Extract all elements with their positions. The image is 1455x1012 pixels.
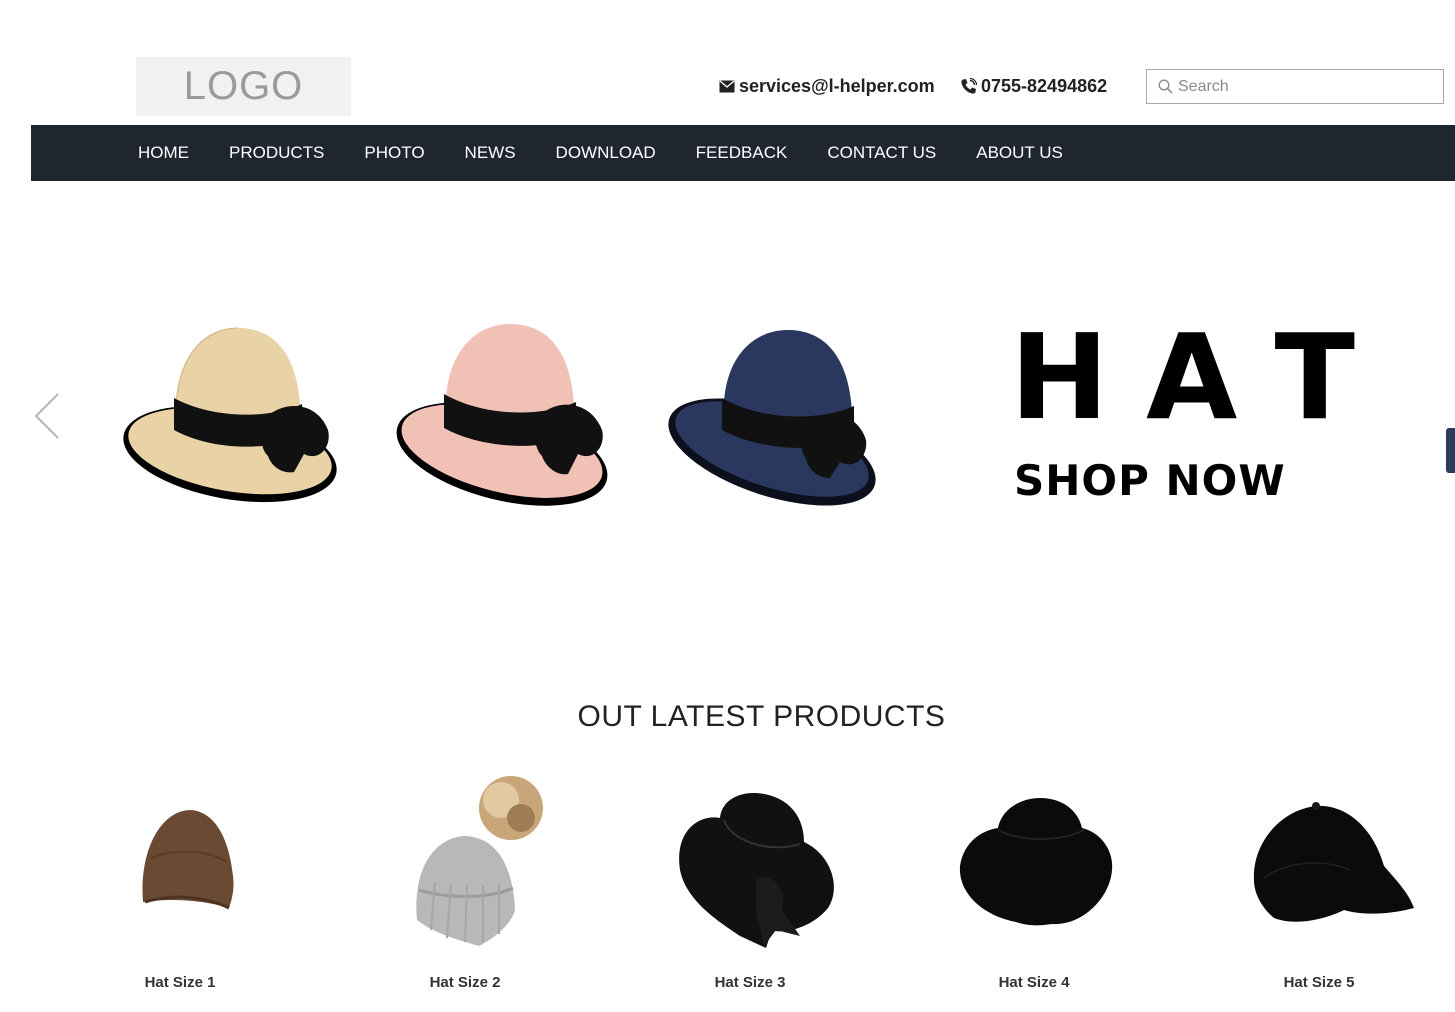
nav-item-products[interactable]: PRODUCTS: [229, 143, 324, 163]
nav-item-contact-us[interactable]: CONTACT US: [827, 143, 936, 163]
carousel-prev-arrow-icon[interactable]: [33, 392, 61, 440]
banner-headline-letter: T: [1274, 308, 1356, 446]
phone-text: 0755-82494862: [981, 76, 1108, 96]
product-card[interactable]: Hat Size 4: [924, 770, 1144, 991]
email-text: services@l-helper.com: [739, 76, 935, 96]
bucket-hat-icon: [959, 798, 1113, 926]
banner-headline-letter: H: [1010, 308, 1109, 446]
product-name[interactable]: Hat Size 5: [1209, 974, 1429, 991]
bow-sun-hat-icon: [679, 792, 834, 948]
product-name[interactable]: Hat Size 3: [640, 974, 860, 991]
main-nav: HOME PRODUCTS PHOTO NEWS DOWNLOAD FEEDBA…: [31, 125, 1455, 181]
nav-item-download[interactable]: DOWNLOAD: [556, 143, 656, 163]
beanie-pompom-icon: [416, 776, 543, 946]
shop-now-link[interactable]: SHOP NOW: [1014, 456, 1286, 505]
logo[interactable]: LOGO: [136, 57, 351, 116]
product-name[interactable]: Hat Size 4: [924, 974, 1144, 991]
product-card[interactable]: Hat Size 3: [640, 770, 860, 991]
banner-headline: H A T: [1010, 318, 1355, 436]
mail-icon: [719, 80, 735, 93]
nav-item-feedback[interactable]: FEEDBACK: [696, 143, 788, 163]
search-box[interactable]: [1146, 69, 1444, 104]
nav-item-news[interactable]: NEWS: [465, 143, 516, 163]
contact-phone[interactable]: 0755-82494862: [960, 76, 1107, 97]
nav-item-home[interactable]: HOME: [138, 143, 189, 163]
contact-email[interactable]: services@l-helper.com: [719, 76, 935, 97]
section-title: OUT LATEST PRODUCTS: [577, 700, 946, 733]
nav-item-about-us[interactable]: ABOUT US: [976, 143, 1063, 163]
phone-icon: [961, 78, 977, 94]
baseball-cap-icon: [1253, 802, 1414, 922]
beanie-brown-icon: [142, 810, 234, 910]
banner-hat-pink: [396, 324, 608, 506]
nav-item-photo[interactable]: PHOTO: [364, 143, 424, 163]
product-card[interactable]: Hat Size 5: [1209, 770, 1429, 991]
banner-hat-beige: [123, 327, 337, 503]
product-card[interactable]: Hat Size 2: [355, 770, 575, 991]
product-card[interactable]: Hat Size 1: [70, 770, 290, 991]
search-icon[interactable]: [1158, 79, 1173, 94]
logo-text: LOGO: [183, 64, 304, 108]
side-float-tab[interactable]: [1446, 428, 1455, 473]
product-name[interactable]: Hat Size 2: [355, 974, 575, 991]
search-input[interactable]: [1178, 77, 1428, 96]
banner-headline-letter: A: [1145, 308, 1238, 446]
banner-hat-navy: [668, 330, 876, 506]
product-name[interactable]: Hat Size 1: [70, 974, 290, 991]
